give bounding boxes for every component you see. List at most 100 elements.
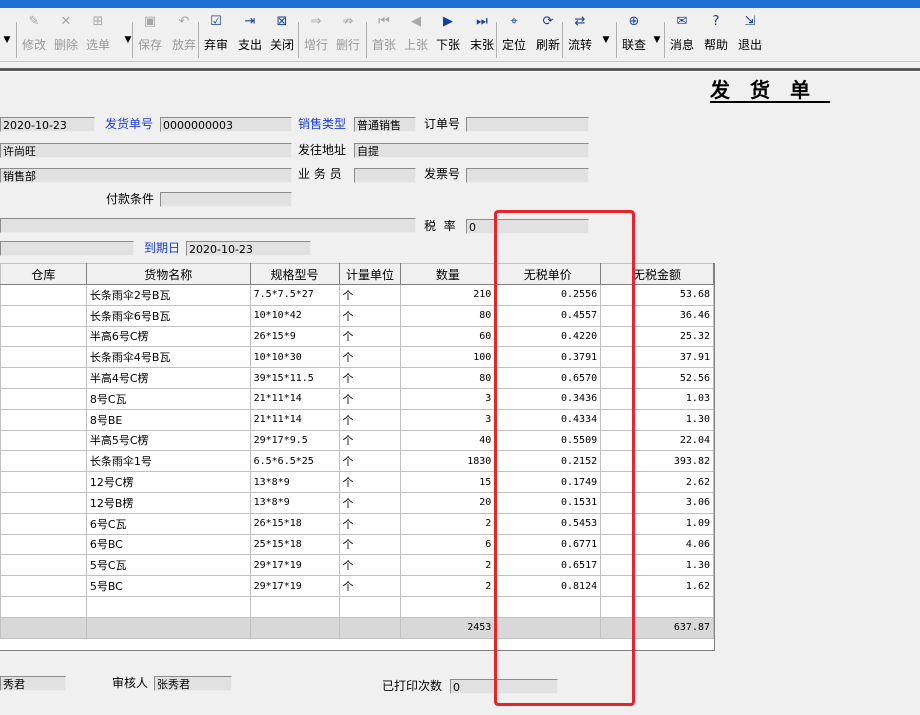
table-cell[interactable]: 5号BC [85, 575, 251, 597]
table-row[interactable]: 长条雨伞6号B瓦 10*10*42 个 80 0.4557 36.46 [0, 304, 714, 327]
customer-field[interactable]: 许尚旺 [0, 143, 292, 158]
table-cell[interactable]: 80 [400, 367, 496, 389]
table-row[interactable]: 5号BC 29*17*19 个 2 0.8124 1.62 [0, 575, 714, 597]
column-header[interactable]: 仓库 [0, 263, 87, 285]
table-cell[interactable]: 个 [338, 575, 402, 597]
table-cell[interactable]: 个 [338, 325, 402, 348]
table-cell[interactable] [0, 533, 87, 556]
table-cell[interactable]: 21*11*14 [249, 408, 340, 431]
ship-addr-field[interactable]: 自提 [354, 143, 589, 158]
table-cell[interactable] [400, 595, 496, 618]
table-cell[interactable] [0, 554, 87, 577]
table-cell[interactable]: 0.4334 [494, 408, 602, 431]
table-cell[interactable]: 0.4220 [494, 325, 602, 348]
table-cell[interactable]: 10*10*30 [249, 346, 340, 369]
table-cell[interactable]: 0.8124 [494, 575, 602, 597]
table-cell[interactable]: 37.91 [600, 346, 714, 369]
column-header[interactable]: 数量 [400, 263, 496, 285]
table-cell[interactable]: 1.62 [600, 575, 714, 597]
table-cell[interactable]: 个 [338, 429, 402, 452]
toolbar-button-delete-row[interactable]: ⇏ 删行 [334, 12, 362, 60]
table-cell[interactable] [0, 491, 87, 514]
table-cell[interactable] [0, 408, 87, 431]
table-cell[interactable]: 个 [338, 512, 402, 535]
toolbar-button-locate[interactable]: ⌖ 定位 [500, 12, 528, 60]
invoice-field[interactable] [466, 168, 589, 183]
table-cell[interactable]: 3 [400, 387, 496, 410]
table-cell[interactable]: 长条雨伞6号B瓦 [85, 304, 251, 327]
table-cell[interactable]: 个 [338, 554, 402, 577]
table-cell[interactable]: 0.6517 [494, 554, 602, 577]
table-cell[interactable]: 0.2152 [494, 450, 602, 473]
table-cell[interactable]: 0.6771 [494, 533, 602, 556]
table-cell[interactable]: 半高5号C楞 [85, 429, 251, 452]
table-cell[interactable]: 7.5*7.5*27 [249, 284, 340, 306]
table-cell[interactable]: 6号C瓦 [85, 512, 251, 535]
table-row[interactable]: 12号B楞 13*8*9 个 20 0.1531 3.06 [0, 491, 714, 514]
table-cell[interactable]: 26*15*18 [249, 512, 340, 535]
sales-type-field[interactable]: 普通销售 [354, 117, 416, 132]
toolbar-button-refresh[interactable]: ⟳ 刷新 [534, 12, 562, 60]
table-cell[interactable]: 36.46 [600, 304, 714, 327]
toolbar-button-exit[interactable]: ⇲ 退出 [736, 12, 764, 60]
reviewer-field[interactable]: 张秀君 [154, 676, 232, 691]
table-cell[interactable]: 个 [338, 367, 402, 389]
table-cell[interactable]: 5号C瓦 [85, 554, 251, 577]
table-cell[interactable] [0, 284, 87, 306]
table-cell[interactable]: 0.2556 [494, 284, 602, 306]
dropdown-arrow-icon[interactable]: ▼ [650, 20, 664, 60]
table-cell[interactable]: 21*11*14 [249, 387, 340, 410]
table-row[interactable]: 长条雨伞2号B瓦 7.5*7.5*27 个 210 0.2556 53.68 [0, 284, 714, 306]
table-cell[interactable]: 个 [338, 346, 402, 369]
table-cell[interactable]: 长条雨伞4号B瓦 [85, 346, 251, 369]
table-cell[interactable]: 8号BE [85, 408, 251, 431]
table-cell[interactable]: 2 [400, 575, 496, 597]
table-cell[interactable]: 80 [400, 304, 496, 327]
table-cell[interactable]: 1830 [400, 450, 496, 473]
table-cell[interactable] [0, 450, 87, 473]
toolbar-button-flow[interactable]: ⇄ 流转 [566, 12, 594, 60]
table-row[interactable]: 半高6号C楞 26*15*9 个 60 0.4220 25.32 [0, 325, 714, 348]
table-cell[interactable]: 0.3436 [494, 387, 602, 410]
table-cell[interactable] [0, 512, 87, 535]
table-cell[interactable]: 个 [338, 304, 402, 327]
order-no-field[interactable] [466, 117, 589, 132]
table-cell[interactable]: 6.5*6.5*25 [249, 450, 340, 473]
table-row-empty[interactable] [0, 595, 714, 618]
table-cell[interactable]: 6 [400, 533, 496, 556]
table-cell[interactable]: 0.1531 [494, 491, 602, 514]
dropdown-arrow-icon[interactable]: ▼ [0, 20, 14, 60]
toolbar-button-link-query[interactable]: ⊕ 联查 [620, 12, 648, 60]
table-cell[interactable]: 40 [400, 429, 496, 452]
table-cell[interactable]: 个 [338, 471, 402, 493]
date-field[interactable]: 2020-10-23 [0, 117, 95, 132]
toolbar-button-edit[interactable]: ✎ 修改 [20, 12, 48, 60]
table-cell[interactable]: 0.3791 [494, 346, 602, 369]
table-row[interactable]: 半高4号C楞 39*15*11.5 个 80 0.6570 52.56 [0, 367, 714, 389]
table-row[interactable]: 长条雨伞1号 6.5*6.5*25 个 1830 0.2152 393.82 [0, 450, 714, 473]
table-cell[interactable]: 个 [338, 533, 402, 556]
table-row[interactable]: 8号C瓦 21*11*14 个 3 0.3436 1.03 [0, 387, 714, 410]
table-cell[interactable]: 25.32 [600, 325, 714, 348]
table-cell[interactable]: 29*17*9.5 [249, 429, 340, 452]
table-cell[interactable]: 1.03 [600, 387, 714, 410]
table-cell[interactable]: 26*15*9 [249, 325, 340, 348]
table-cell[interactable]: 0.4557 [494, 304, 602, 327]
table-row[interactable]: 8号BE 21*11*14 个 3 0.4334 1.30 [0, 408, 714, 431]
toolbar-button-payout[interactable]: ⇥ 支出 [236, 12, 264, 60]
table-cell[interactable] [494, 595, 602, 618]
table-cell[interactable]: 半高4号C楞 [85, 367, 251, 389]
toolbar-button-unaudit[interactable]: ☑ 弃审 [202, 12, 230, 60]
toolbar-button-message[interactable]: ✉ 消息 [668, 12, 696, 60]
table-cell[interactable]: 393.82 [600, 450, 714, 473]
column-header[interactable]: 规格型号 [249, 263, 340, 285]
table-cell[interactable]: 0.5509 [494, 429, 602, 452]
table-cell[interactable] [0, 471, 87, 493]
department-field[interactable]: 销售部 [0, 168, 292, 183]
table-cell[interactable]: 39*15*11.5 [249, 367, 340, 389]
table-cell[interactable]: 53.68 [600, 284, 714, 306]
blank-field[interactable] [0, 241, 134, 256]
table-cell[interactable]: 13*8*9 [249, 491, 340, 514]
column-header[interactable]: 计量单位 [338, 263, 402, 285]
table-cell[interactable] [0, 595, 87, 618]
